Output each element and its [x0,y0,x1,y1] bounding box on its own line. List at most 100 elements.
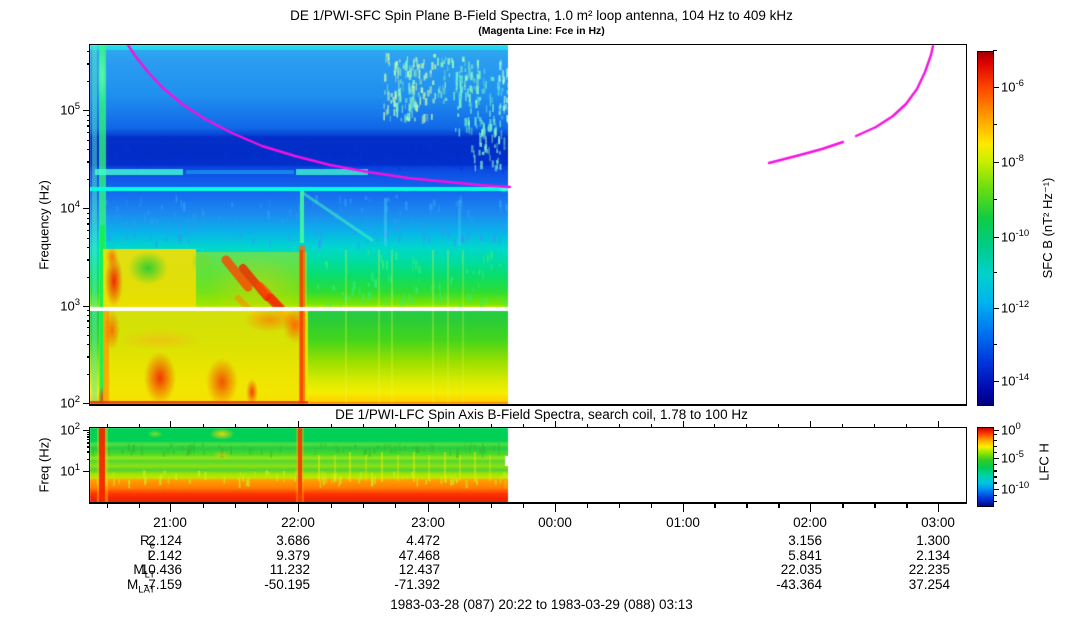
x-minor-tick-top [906,424,907,427]
lfc-colorbar [977,427,994,507]
y-minor-tick [87,218,91,219]
ephemeris-value: 47.468 [360,548,440,563]
sfc-panel-border [89,44,967,406]
x-major-tick [428,503,429,512]
x-minor-tick [906,503,907,508]
x-minor-tick-top [746,424,747,427]
x-major-tick-top [683,421,684,427]
x-tick-label: 03:00 [908,515,968,530]
colorbar-tick-label: 10-6 [1001,78,1045,94]
spectrogram-page: DE 1/PWI-SFC Spin Plane B-Field Spectra,… [0,0,1083,620]
colorbar-minor-tick [993,440,997,441]
colorbar-minor-tick [993,272,997,273]
y-minor-tick [87,247,91,248]
x-minor-tick-top [331,424,332,427]
y-minor-tick [87,277,91,278]
colorbar-minor-tick [993,344,997,345]
y-minor-tick [87,259,91,260]
x-minor-tick [778,503,779,508]
y-minor-tick [87,344,91,345]
colorbar-minor-tick [993,50,997,51]
ephemeris-value: -71.392 [360,577,440,592]
x-minor-tick [523,503,524,508]
x-major-tick [170,503,171,512]
x-minor-tick [203,503,204,508]
x-major-tick [810,503,811,512]
y-minor-tick [87,310,91,311]
y-major-tick [83,403,90,404]
ephemeris-value: 11.232 [230,562,310,577]
ephemeris-value: 22.235 [870,562,950,577]
x-minor-tick [619,503,620,508]
ephemeris-value: 9.379 [230,548,310,563]
ephemeris-value: 10.436 [102,562,182,577]
x-minor-tick-top [587,424,588,427]
y-minor-tick [87,327,91,328]
x-minor-tick-top [459,424,460,427]
x-major-tick [938,503,939,512]
y-major-tick [83,208,90,209]
time-range-caption: 1983-03-28 (087) 20:22 to 1983-03-29 (08… [0,597,1083,612]
x-minor-tick-top [491,424,492,427]
x-minor-tick [651,503,652,508]
y-minor-tick [87,238,91,239]
y-minor-tick [87,434,91,435]
colorbar-tick-label: 10-5 [1001,449,1045,465]
y-minor-tick [87,459,91,460]
colorbar-minor-tick [993,495,997,496]
x-minor-tick-top [651,424,652,427]
y-major-tick [83,306,90,307]
colorbar-major-tick [993,237,999,238]
colorbar-major-tick [993,87,999,88]
x-minor-tick [107,503,108,508]
x-minor-tick-top [778,424,779,427]
sfc-y-axis-label: Frequency (Hz) [37,180,52,270]
y-minor-tick [87,140,91,141]
x-minor-tick-top [107,424,108,427]
ephemeris-value: 2.134 [870,548,950,563]
y-minor-tick [87,315,91,316]
y-minor-tick [87,81,91,82]
x-major-tick-top [428,421,429,427]
x-minor-tick [587,503,588,508]
sfc-subtitle: (Magenta Line: Fce in Hz) [0,25,1083,37]
y-minor-tick [87,374,91,375]
y-minor-tick [87,223,91,224]
y-minor-tick [87,132,91,133]
x-minor-tick [267,503,268,508]
y-tick-label: 102 [38,394,80,410]
x-minor-tick [395,503,396,508]
x-minor-tick-top [203,424,204,427]
colorbar-major-tick [993,430,999,431]
y-tick-label: 104 [38,199,80,215]
ephemeris-value: 12.437 [360,562,440,577]
y-minor-tick [87,451,91,452]
y-major-tick [83,110,90,111]
ephemeris-value: 22.035 [742,562,822,577]
x-minor-tick-top [235,424,236,427]
y-minor-tick [87,230,91,231]
y-minor-tick [87,442,91,443]
colorbar-tick-label: 10-10 [1001,228,1045,244]
x-minor-tick [459,503,460,508]
x-major-tick [683,503,684,512]
x-minor-tick-top [523,424,524,427]
colorbar-major-tick [993,489,999,490]
y-minor-tick [87,125,91,126]
x-major-tick [298,503,299,512]
y-tick-label: 101 [38,462,80,478]
x-tick-label: 21:00 [140,515,200,530]
x-minor-tick-top [395,424,396,427]
colorbar-minor-tick [993,446,997,447]
ephemeris-value: 4.472 [360,533,440,548]
colorbar-tick-label: 10-14 [1001,372,1045,388]
x-minor-tick-top [267,424,268,427]
x-minor-tick [139,503,140,508]
colorbar-minor-tick [993,470,997,471]
ephemeris-value: 3.156 [742,533,822,548]
x-minor-tick-top [874,424,875,427]
y-minor-tick [87,120,91,121]
ephemeris-value: -50.195 [230,577,310,592]
y-major-tick [83,471,90,472]
x-minor-tick [714,503,715,508]
